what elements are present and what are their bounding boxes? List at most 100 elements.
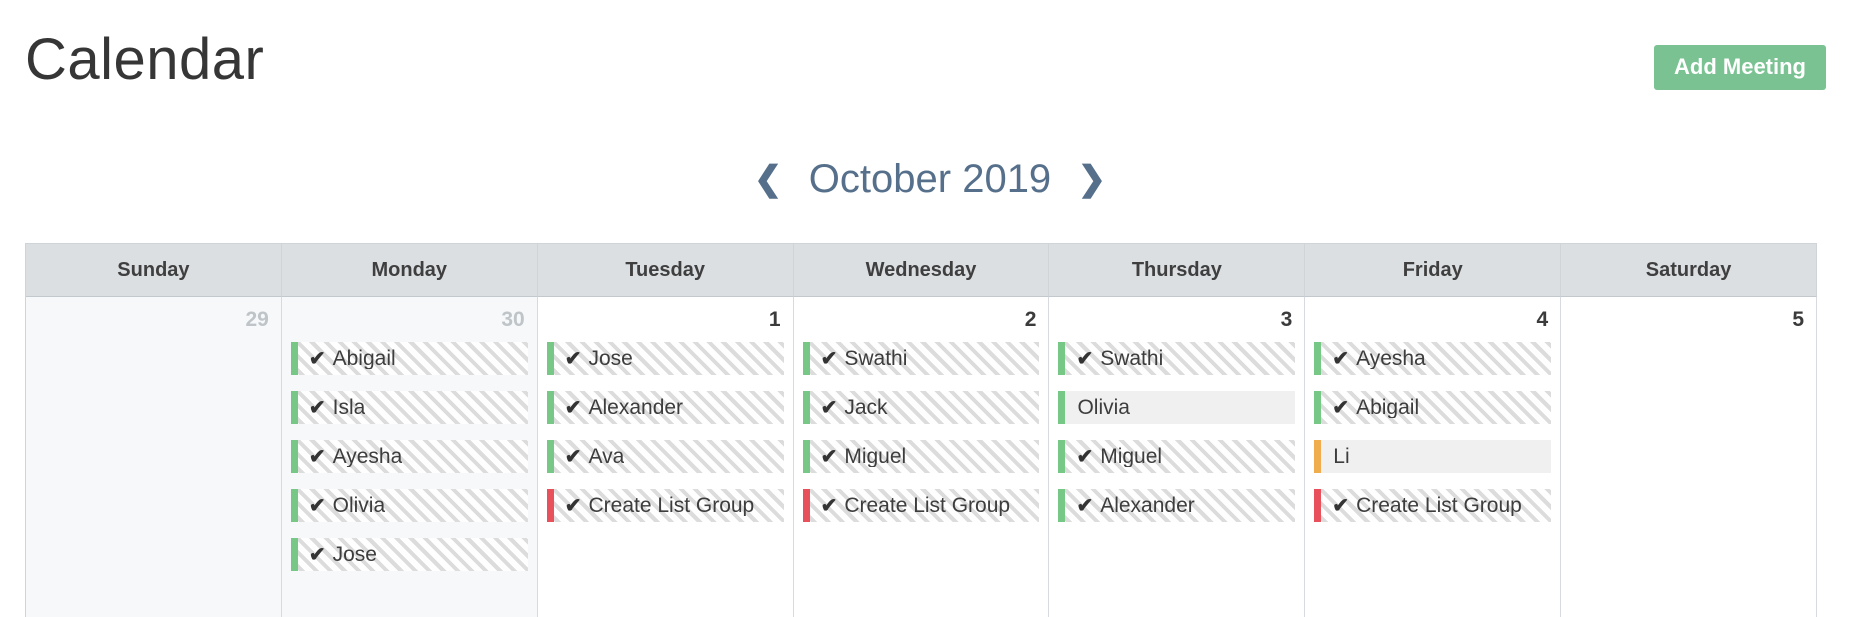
day-number: 29 [245,308,269,331]
calendar-event[interactable]: ✔ Create List Group [802,489,1040,522]
weekday-header-wednesday: Wednesday [793,244,1050,297]
check-icon: ✔ [1332,494,1350,517]
day-cell[interactable]: 2 ✔ Swathi ✔ Jack ✔ Miguel ✔ Create List Group [793,297,1050,617]
event-title: Abigail [332,348,396,369]
weekday-header-monday: Monday [281,244,538,297]
check-icon: ✔ [1076,445,1094,468]
calendar-event[interactable]: ✔ Jose [546,342,784,375]
calendar-event[interactable]: ✔ Jack [802,391,1040,424]
page-title: Calendar [25,27,265,92]
check-icon: ✔ [564,445,582,468]
weekday-header-friday: Friday [1305,244,1562,297]
event-color-bar [802,489,810,522]
calendar-event[interactable]: ✔ Ayesha [1314,342,1552,375]
event-color-bar [802,440,810,473]
previous-month-icon[interactable]: ❮ [748,162,789,196]
day-cell[interactable]: 5 [1561,297,1818,617]
calendar-event[interactable]: ✔ Isla [290,391,528,424]
event-color-bar [802,391,810,424]
check-icon: ✔ [820,347,838,370]
calendar-event[interactable]: ✔ Create List Group [546,489,784,522]
add-meeting-button[interactable]: Add Meeting [1654,45,1826,90]
calendar-event[interactable]: Olivia [1058,391,1296,424]
day-event-list: ✔ Jose ✔ Alexander ✔ Ava ✔ Create List Group [538,336,793,522]
event-title: Ayesha [332,446,403,467]
event-title: Olivia [332,495,386,516]
calendar-event[interactable]: ✔ Alexander [1058,489,1296,522]
calendar-event[interactable]: ✔ Olivia [290,489,528,522]
weekday-header-row: Sunday Monday Tuesday Wednesday Thursday Frid… [26,244,1818,297]
weekday-header-saturday: Saturday [1561,244,1818,297]
event-title: Olivia [1077,397,1130,418]
day-event-list: ✔ Ayesha ✔ Abigail Li ✔ Create List Group [1305,336,1560,522]
day-number: 2 [1024,308,1037,331]
event-color-bar [290,440,298,473]
page-header: Calendar Add Meeting [0,0,1860,140]
event-color-bar [290,342,298,375]
check-icon: ✔ [308,445,326,468]
day-cell[interactable]: 1 ✔ Jose ✔ Alexander ✔ Ava ✔ Create List Group [537,297,794,617]
calendar-event[interactable]: ✔ Swathi [802,342,1040,375]
event-color-bar [1314,489,1322,522]
next-month-icon[interactable]: ❯ [1072,162,1113,196]
event-color-bar [290,538,298,571]
calendar-event[interactable]: ✔ Alexander [546,391,784,424]
event-title: Ayesha [1356,348,1426,369]
check-icon: ✔ [820,445,838,468]
event-title: Li [1333,446,1350,467]
event-color-bar [1058,342,1066,375]
calendar-event[interactable]: ✔ Swathi [1058,342,1296,375]
day-cell[interactable]: 4 ✔ Ayesha ✔ Abigail Li ✔ Create List Group [1305,297,1562,617]
event-color-bar [1314,440,1322,473]
event-color-bar [1058,391,1066,424]
calendar-grid: Sunday Monday Tuesday Wednesday Thursday Frid… [25,243,1818,617]
check-icon: ✔ [564,494,582,517]
check-icon: ✔ [564,396,582,419]
event-color-bar [290,391,298,424]
event-title: Create List Group [844,495,1011,516]
calendar-event[interactable]: ✔ Abigail [290,342,528,375]
calendar-page: Calendar Add Meeting ❮ October 2019 ❯ Su… [0,0,1860,617]
day-event-list [26,336,281,342]
calendar-event[interactable]: ✔ Jose [290,538,528,571]
check-icon: ✔ [1076,494,1094,517]
day-cell[interactable]: 30 ✔ Abigail ✔ Isla ✔ Ayesha ✔ Olivia ✔ Jose [281,297,538,617]
event-color-bar [1058,489,1066,522]
event-color-bar [546,440,554,473]
check-icon: ✔ [820,396,838,419]
calendar-event[interactable]: ✔ Create List Group [1314,489,1552,522]
event-title: Jack [844,397,888,418]
day-number: 3 [1280,308,1293,331]
calendar-event[interactable]: Li [1314,440,1552,473]
event-title: Swathi [844,348,908,369]
event-color-bar [802,342,810,375]
check-icon: ✔ [308,396,326,419]
calendar-event[interactable]: ✔ Miguel [1058,440,1296,473]
day-cell[interactable]: 29 [26,297,282,617]
weekday-header-sunday: Sunday [26,244,282,297]
event-color-bar [546,489,554,522]
event-title: Swathi [1100,348,1164,369]
check-icon: ✔ [1076,347,1094,370]
day-number: 5 [1792,308,1805,331]
day-event-list: ✔ Swathi ✔ Jack ✔ Miguel ✔ Create List Group [794,336,1049,522]
event-color-bar [1058,440,1066,473]
calendar-event[interactable]: ✔ Miguel [802,440,1040,473]
day-event-list: ✔ Swathi Olivia ✔ Miguel ✔ Alexander [1049,336,1304,522]
event-title: Miguel [844,446,907,467]
calendar-event[interactable]: ✔ Ava [546,440,784,473]
event-color-bar [290,489,298,522]
calendar-event[interactable]: ✔ Abigail [1314,391,1552,424]
event-title: Isla [332,397,366,418]
current-month-label: October 2019 [808,157,1052,201]
check-icon: ✔ [564,347,582,370]
day-cell[interactable]: 3 ✔ Swathi Olivia ✔ Miguel ✔ Alexander [1049,297,1306,617]
event-color-bar [1314,391,1322,424]
weekday-header-tuesday: Tuesday [537,244,794,297]
day-event-list: ✔ Abigail ✔ Isla ✔ Ayesha ✔ Olivia ✔ Jose [282,336,537,571]
check-icon: ✔ [820,494,838,517]
calendar-event[interactable]: ✔ Ayesha [290,440,528,473]
weekday-header-thursday: Thursday [1049,244,1306,297]
event-title: Miguel [1100,446,1163,467]
day-number: 4 [1536,308,1549,331]
